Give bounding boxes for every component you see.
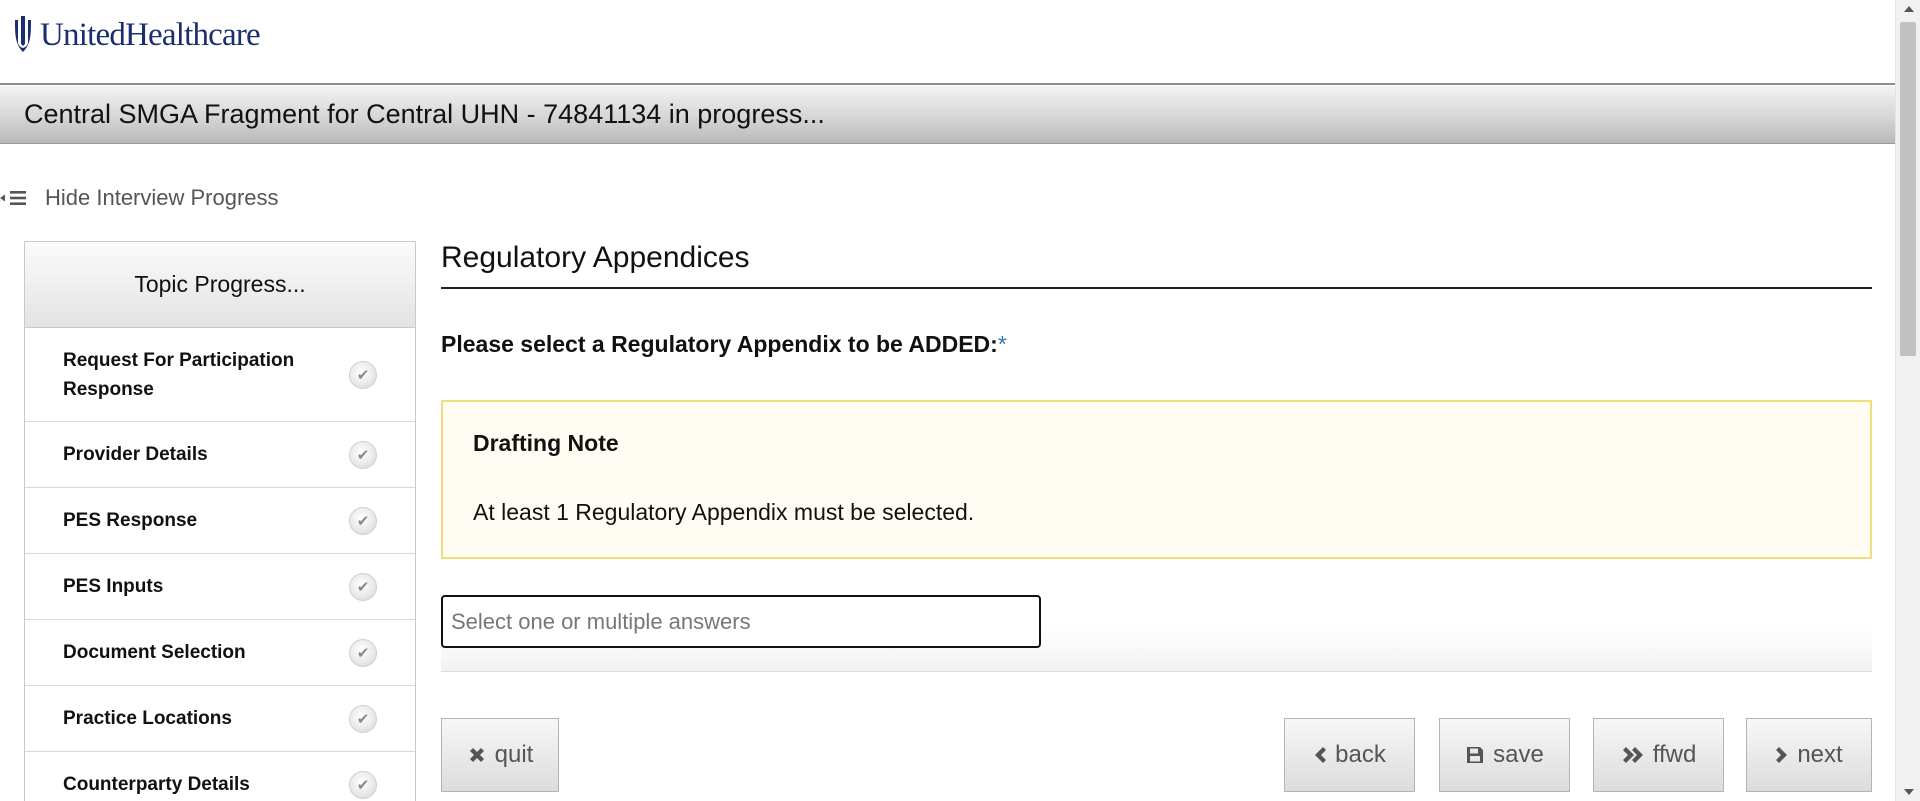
vertical-scrollbar[interactable] [1895, 0, 1920, 801]
sidebar-item-label: PES Response [63, 510, 198, 531]
drafting-note-title: Drafting Note [473, 430, 619, 456]
question-label: Please select a Regulatory Appendix to b… [441, 331, 1872, 358]
sidebar-item-label: Document Selection [63, 642, 246, 663]
title-bar: Central SMGA Fragment for Central UHN - … [0, 86, 1895, 144]
check-icon: ✔ [349, 506, 377, 535]
drafting-note: Drafting Note At least 1 Regulatory Appe… [441, 400, 1872, 559]
check-icon: ✔ [349, 440, 377, 469]
sidebar-item-counterparty-details[interactable]: Counterparty Details ✔ [25, 752, 415, 801]
collapse-menu-icon [0, 191, 26, 205]
check-icon: ✔ [349, 572, 377, 601]
check-icon: ✔ [349, 704, 377, 733]
sidebar-item-document-selection[interactable]: Document Selection ✔ [25, 620, 415, 686]
drafting-note-body: At least 1 Regulatory Appendix must be s… [473, 499, 975, 525]
sidebar-item-label: Practice Locations [63, 708, 232, 729]
ffwd-button[interactable]: ffwd [1593, 718, 1724, 792]
question-text: Please select a Regulatory Appendix to b… [441, 331, 991, 357]
check-icon: ✔ [349, 360, 377, 389]
next-button[interactable]: next [1746, 718, 1872, 792]
sidebar-item-label: Request For Participation Response [63, 349, 295, 400]
sidebar-item-pes-inputs[interactable]: PES Inputs ✔ [25, 554, 415, 620]
scroll-up-arrow-icon[interactable] [1904, 6, 1914, 12]
answer-area [441, 595, 1872, 672]
question-suffix: : [990, 331, 998, 357]
sidebar-item-practice-locations[interactable]: Practice Locations ✔ [25, 686, 415, 752]
floppy-disk-icon [1465, 745, 1485, 765]
hide-progress-label: Hide Interview Progress [45, 185, 279, 210]
sidebar-item-label: PES Inputs [63, 576, 164, 597]
check-icon: ✔ [349, 770, 377, 799]
scrollbar-thumb[interactable] [1900, 22, 1916, 356]
navigation-buttons: quit back save ffwd next [441, 718, 1872, 792]
ffwd-label: ffwd [1652, 741, 1697, 768]
logo-text: UnitedHealthcare [40, 16, 261, 53]
double-chevron-right-icon [1621, 745, 1645, 765]
regulatory-appendix-select-input[interactable] [441, 595, 1041, 648]
chevron-right-icon [1775, 745, 1789, 765]
sidebar-item-label: Counterparty Details [63, 774, 250, 795]
uhc-logo-icon [15, 16, 31, 52]
quit-button[interactable]: quit [441, 718, 559, 792]
quit-label: quit [494, 741, 534, 768]
required-marker: * [997, 331, 1007, 357]
sidebar-item-pes-response[interactable]: PES Response ✔ [25, 488, 415, 554]
sidebar-header: Topic Progress... [25, 242, 415, 328]
main-content: Regulatory Appendices Please select a Re… [441, 241, 1872, 672]
sidebar-item-label: Provider Details [63, 444, 208, 465]
save-label: save [1493, 741, 1544, 768]
topic-progress-sidebar: Topic Progress... Request For Participat… [24, 241, 416, 801]
scroll-down-arrow-icon[interactable] [1904, 789, 1914, 795]
page-title: Central SMGA Fragment for Central UHN - … [24, 99, 825, 129]
section-title: Regulatory Appendices [441, 241, 1872, 289]
back-button[interactable]: back [1284, 718, 1415, 792]
brand-logo[interactable]: UnitedHealthcare [12, 14, 261, 56]
back-label: back [1335, 741, 1386, 768]
sidebar-item-request-for-participation-response[interactable]: Request For Participation Response ✔ [25, 328, 415, 422]
hide-progress-toggle[interactable]: Hide Interview Progress [0, 185, 279, 211]
save-button[interactable]: save [1439, 718, 1570, 792]
close-icon [467, 745, 487, 765]
logo-header: UnitedHealthcare [0, 0, 1895, 85]
sidebar-item-provider-details[interactable]: Provider Details ✔ [25, 422, 415, 488]
chevron-left-icon [1313, 745, 1327, 765]
next-label: next [1797, 741, 1843, 768]
check-icon: ✔ [349, 638, 377, 667]
